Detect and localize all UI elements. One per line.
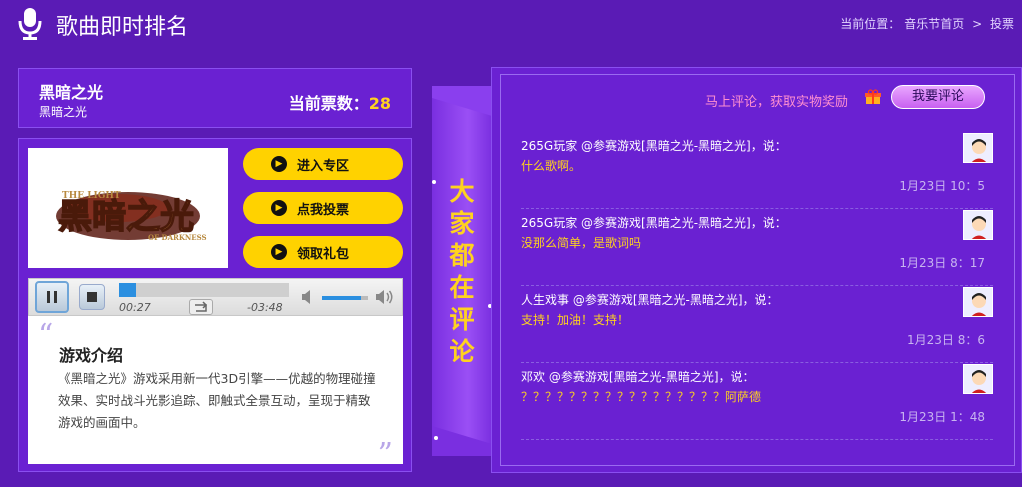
game-intro: “ 游戏介绍 《黑暗之光》游戏采用新一代3D引擎——优越的物理碰撞效果、实时战斗… bbox=[28, 316, 403, 472]
breadcrumb-current[interactable]: 投票 bbox=[990, 17, 1014, 31]
current-time: 00:27 bbox=[119, 301, 151, 314]
breadcrumb-prefix: 当前位置： bbox=[840, 17, 901, 31]
comment-text: 支持！加油！支持！ bbox=[521, 313, 630, 327]
header: 歌曲即时排名 当前位置： 音乐节首页 > 投票 bbox=[0, 0, 1022, 52]
comment-time: 1月23日 1：48 bbox=[899, 410, 985, 424]
comment-time: 1月23日 8：6 bbox=[907, 333, 985, 347]
ribbon-char: 都 bbox=[449, 241, 475, 270]
enter-zone-button[interactable]: ▶ 进入专区 bbox=[243, 148, 403, 180]
promo-text: 马上评论，获取实物奖励 bbox=[705, 95, 849, 110]
game-logo-graphic: THE LIGHT 黑暗之光 OF DARKNESS bbox=[56, 191, 207, 242]
stop-icon bbox=[87, 292, 97, 302]
vote-button[interactable]: ▶ 点我投票 bbox=[243, 192, 403, 224]
comment-item: 人生戏事 @参赛游戏[黑暗之光-黑暗之光]，说： 支持！加油！支持！ 1月23日… bbox=[521, 287, 993, 363]
comment-ribbon: 大家都在评论 bbox=[432, 86, 492, 456]
write-comment-button[interactable]: 我要评论 bbox=[891, 85, 985, 109]
microphone-icon bbox=[18, 8, 42, 40]
audio-player: 00:27 -03:48 bbox=[28, 278, 403, 316]
song-subtitle: 黑暗之光 bbox=[39, 105, 88, 119]
comment-text: 没那么简单，是歌词吗 bbox=[521, 236, 642, 250]
volume-icon[interactable] bbox=[375, 289, 395, 305]
avatar[interactable] bbox=[963, 210, 993, 240]
comment-time: 1月23日 10：5 bbox=[899, 179, 985, 193]
user-avatar-icon bbox=[964, 211, 992, 239]
pause-icon bbox=[47, 291, 57, 303]
ribbon-char: 家 bbox=[449, 209, 475, 238]
vote-count: 当前票数：28 bbox=[289, 90, 391, 114]
comment-user: 265G玩家 @参赛游戏[黑暗之光-黑暗之光]，说： bbox=[521, 139, 787, 153]
comments-panel: 马上评论，获取实物奖励 我要评论 265G玩家 @参赛游戏[黑暗之光-黑暗之光]… bbox=[491, 67, 1022, 473]
arrow-right-icon: ▶ bbox=[271, 200, 287, 216]
intro-title: 游戏介绍 bbox=[59, 346, 124, 365]
repeat-icon bbox=[195, 301, 208, 312]
breadcrumb: 当前位置： 音乐节首页 > 投票 bbox=[838, 15, 1016, 32]
open-quote-icon: “ bbox=[38, 318, 54, 353]
user-avatar-icon bbox=[964, 288, 992, 316]
pause-button[interactable] bbox=[35, 281, 69, 313]
comment-text: ？？？？？？？？？？？？？？？？？阿萨德 bbox=[521, 390, 762, 404]
comment-item: 邓欢 @参赛游戏[黑暗之光-黑暗之光]，说： ？？？？？？？？？？？？？？？？？… bbox=[521, 364, 993, 440]
comment-user: 人生戏事 @参赛游戏[黑暗之光-黑暗之光]，说： bbox=[521, 293, 779, 307]
song-summary: 黑暗之光 黑暗之光 当前票数：28 bbox=[18, 68, 412, 128]
ribbon-char: 在 bbox=[449, 273, 475, 302]
user-avatar-icon bbox=[964, 365, 992, 393]
avatar[interactable] bbox=[963, 287, 993, 317]
game-logo[interactable]: THE LIGHT 黑暗之光 OF DARKNESS bbox=[28, 148, 228, 268]
close-quote-icon: ” bbox=[377, 437, 393, 472]
vote-label: 点我投票 bbox=[297, 203, 350, 218]
ribbon-char: 评 bbox=[449, 305, 475, 334]
ribbon-text: 大家都在评论 bbox=[432, 176, 492, 368]
enter-zone-label: 进入专区 bbox=[297, 159, 350, 174]
intro-text: 《黑暗之光》游戏采用新一代3D引擎——优越的物理碰撞效果、实时战斗光影追踪、即触… bbox=[58, 371, 376, 430]
logo-small-bottom: OF DARKNESS bbox=[148, 233, 207, 242]
comment-item: 265G玩家 @参赛游戏[黑暗之光-黑暗之光]，说： 没那么简单，是歌词吗 1月… bbox=[521, 210, 993, 286]
avatar[interactable] bbox=[963, 133, 993, 163]
comments-list-container: 马上评论，获取实物奖励 我要评论 265G玩家 @参赛游戏[黑暗之光-黑暗之光]… bbox=[500, 74, 1015, 466]
progress-bar[interactable] bbox=[119, 283, 289, 297]
ribbon-char: 大 bbox=[449, 177, 475, 206]
logo-main-text: 黑暗之光 bbox=[58, 197, 194, 237]
vote-count-value: 28 bbox=[368, 94, 391, 113]
volume-slider[interactable] bbox=[322, 296, 368, 300]
comment-time: 1月23日 8：17 bbox=[899, 256, 985, 270]
vote-count-label: 当前票数： bbox=[288, 94, 369, 113]
gift-pack-label: 领取礼包 bbox=[297, 247, 350, 262]
remaining-time: -03:48 bbox=[247, 301, 283, 314]
volume-fill bbox=[322, 296, 362, 300]
comment-user: 265G玩家 @参赛游戏[黑暗之光-黑暗之光]，说： bbox=[521, 216, 787, 230]
comment-text: 什么歌啊。 bbox=[521, 159, 582, 173]
ribbon-char: 论 bbox=[449, 337, 475, 366]
gift-icon bbox=[865, 89, 881, 104]
stop-button[interactable] bbox=[79, 284, 105, 310]
gift-pack-button[interactable]: ▶ 领取礼包 bbox=[243, 236, 403, 268]
comment-user: 邓欢 @参赛游戏[黑暗之光-黑暗之光]，说： bbox=[521, 370, 755, 384]
avatar[interactable] bbox=[963, 364, 993, 394]
breadcrumb-separator: > bbox=[972, 17, 983, 31]
repeat-button[interactable] bbox=[189, 299, 213, 315]
game-panel: THE LIGHT 黑暗之光 OF DARKNESS ▶ 进入专区 ▶ 点我投票… bbox=[18, 138, 412, 472]
progress-fill bbox=[119, 283, 136, 297]
comment-item: 265G玩家 @参赛游戏[黑暗之光-黑暗之光]，说： 什么歌啊。 1月23日 1… bbox=[521, 133, 993, 209]
breadcrumb-home-link[interactable]: 音乐节首页 bbox=[904, 17, 964, 31]
arrow-right-icon: ▶ bbox=[271, 244, 287, 260]
page-title: 歌曲即时排名 bbox=[56, 15, 189, 40]
arrow-right-icon: ▶ bbox=[271, 156, 287, 172]
user-avatar-icon bbox=[964, 134, 992, 162]
mute-icon[interactable] bbox=[301, 289, 315, 305]
song-name: 黑暗之光 bbox=[39, 83, 104, 102]
